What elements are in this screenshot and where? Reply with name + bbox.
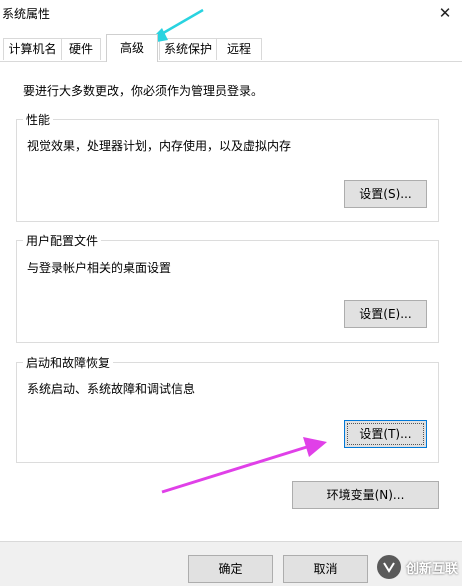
tab-hardware[interactable]: 硬件 <box>61 38 101 60</box>
window-title: 系统属性 <box>2 7 51 21</box>
environment-variables-button[interactable]: 环境变量(N)... <box>292 481 439 509</box>
ok-button[interactable]: 确定 <box>188 555 273 583</box>
tab-strip: 计算机名 硬件 高级 系统保护 远程 <box>0 28 462 62</box>
tab-computer-name[interactable]: 计算机名 <box>3 38 62 60</box>
startup-recovery-description: 系统启动、系统故障和调试信息 <box>27 382 196 396</box>
tab-remote[interactable]: 远程 <box>216 38 262 60</box>
user-profiles-title: 用户配置文件 <box>23 232 102 249</box>
watermark-logo-icon <box>376 555 401 579</box>
tab-system-protection[interactable]: 系统保护 <box>159 38 217 60</box>
user-profiles-description: 与登录帐户相关的桌面设置 <box>27 261 172 275</box>
startup-recovery-title: 启动和故障恢复 <box>23 354 114 371</box>
system-properties-dialog: 系统属性 ✕ 计算机名 硬件 高级 系统保护 远程 要进行大多数更改，你必须作为… <box>0 0 462 586</box>
cancel-button[interactable]: 取消 <box>283 555 368 583</box>
user-profiles-group: 用户配置文件 与登录帐户相关的桌面设置 设置(E)... <box>16 232 439 343</box>
watermark-text: 创新互联 <box>405 561 458 577</box>
tab-advanced[interactable]: 高级 <box>106 34 158 62</box>
user-profiles-settings-button[interactable]: 设置(E)... <box>344 300 427 328</box>
watermark: 创新互联 <box>376 552 458 582</box>
advanced-tab-panel: 要进行大多数更改，你必须作为管理员登录。 性能 视觉效果，处理器计划，内存使用，… <box>0 61 462 542</box>
performance-description: 视觉效果，处理器计划，内存使用，以及虚拟内存 <box>27 139 292 153</box>
close-icon[interactable]: ✕ <box>428 0 462 28</box>
performance-settings-button[interactable]: 设置(S)... <box>344 180 427 208</box>
startup-recovery-settings-button[interactable]: 设置(T)... <box>344 420 427 448</box>
performance-title: 性能 <box>23 111 54 128</box>
startup-recovery-group: 启动和故障恢复 系统启动、系统故障和调试信息 设置(T)... <box>16 354 439 463</box>
performance-group: 性能 视觉效果，处理器计划，内存使用，以及虚拟内存 设置(S)... <box>16 111 439 222</box>
admin-note: 要进行大多数更改，你必须作为管理员登录。 <box>23 84 264 98</box>
title-bar: 系统属性 ✕ <box>0 0 462 28</box>
